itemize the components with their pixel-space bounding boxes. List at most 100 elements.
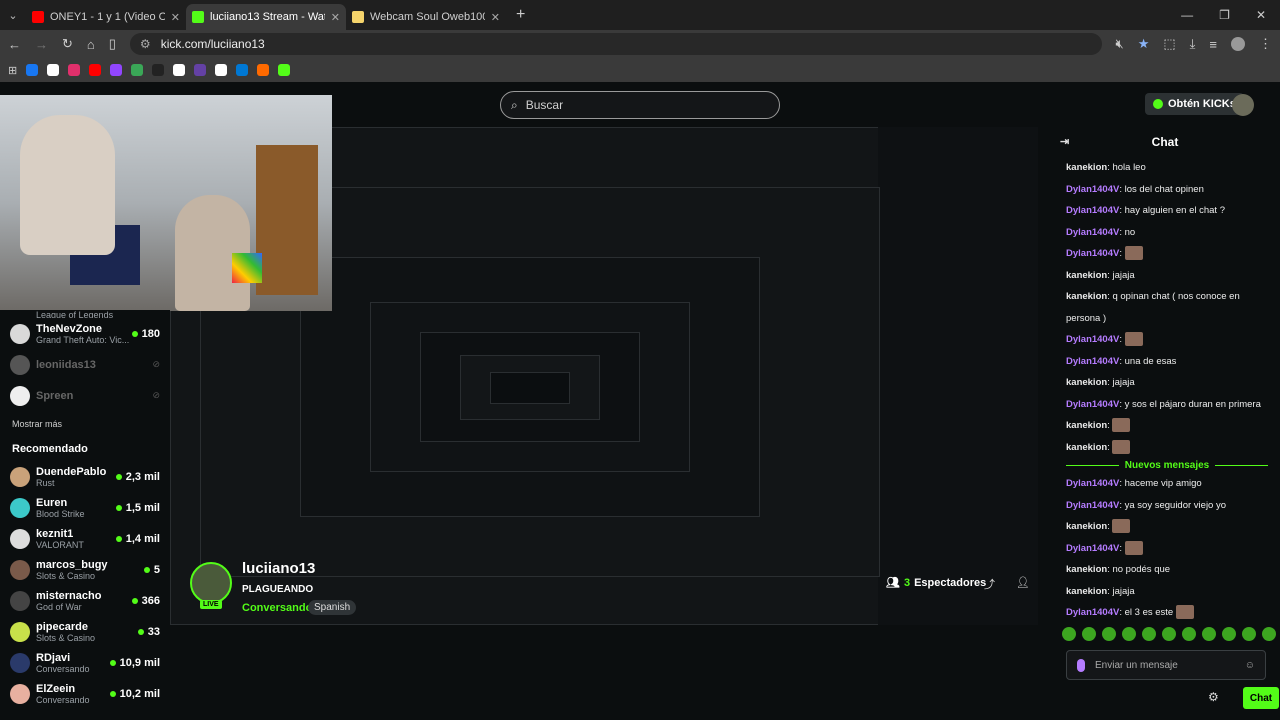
close-window-icon[interactable]: ✕ bbox=[1256, 8, 1266, 22]
bookmark-icon[interactable] bbox=[194, 64, 207, 76]
emote-icon[interactable] bbox=[1202, 627, 1216, 641]
sidebar-channel[interactable]: misternacho God of War 366 bbox=[0, 585, 170, 616]
apps-grid-icon[interactable]: ⊞ bbox=[8, 64, 17, 77]
chat-username[interactable]: kanekion bbox=[1066, 377, 1107, 388]
language-tag[interactable]: Spanish bbox=[308, 600, 357, 615]
maximize-icon[interactable]: ❐ bbox=[1219, 8, 1230, 22]
chat-settings-icon[interactable]: ⚙ bbox=[1208, 690, 1219, 704]
chat-username[interactable]: kanekion bbox=[1066, 564, 1107, 575]
tab-1[interactable]: luciiano13 Stream - Watch Live✕ bbox=[186, 4, 346, 30]
kick-logo-icon bbox=[1153, 99, 1163, 109]
chat-username[interactable]: kanekion bbox=[1066, 586, 1107, 597]
chat-username[interactable]: Dylan1404V bbox=[1066, 399, 1119, 410]
extensions-icon[interactable]: ⬚ bbox=[1163, 36, 1175, 52]
minimize-icon[interactable]: — bbox=[1181, 8, 1193, 22]
emote-icon[interactable] bbox=[1102, 627, 1116, 641]
stream-category[interactable]: Conversando bbox=[242, 602, 312, 614]
new-tab-button[interactable]: + bbox=[506, 6, 535, 24]
bookmark-icon[interactable] bbox=[47, 64, 60, 76]
emote-icon[interactable] bbox=[1222, 627, 1236, 641]
emoji-icon[interactable]: ☺ bbox=[1245, 660, 1255, 671]
sidebar-channel[interactable]: Euren Blood Strike 1,5 mil bbox=[0, 492, 170, 523]
bookmark-icon[interactable] bbox=[215, 64, 228, 76]
chat-username[interactable]: Dylan1404V bbox=[1066, 227, 1119, 238]
sidebar-channel[interactable]: DuendePablo Rust 2,3 mil bbox=[0, 461, 170, 492]
chat-username[interactable]: Dylan1404V bbox=[1066, 184, 1119, 195]
follow-user-icon[interactable]: 👤︎ bbox=[1016, 576, 1030, 589]
chat-input[interactable]: Enviar un mensaje ☺ bbox=[1066, 650, 1266, 680]
url-bar[interactable]: ⚙ kick.com/luciiano13 bbox=[129, 33, 1102, 55]
streamer-avatar[interactable] bbox=[190, 562, 232, 604]
site-info-icon[interactable]: ⚙ bbox=[140, 37, 151, 51]
tab-2[interactable]: Webcam Soul Oweb100 Full HD✕ bbox=[346, 4, 506, 30]
sidebar-channel[interactable]: pipecarde Slots & Casino 33 bbox=[0, 616, 170, 647]
sidebar-channel[interactable]: marcos_bugy Slots & Casino 5 bbox=[0, 554, 170, 585]
chat-username[interactable]: kanekion bbox=[1066, 270, 1107, 281]
chat-text: jajaja bbox=[1112, 585, 1135, 597]
share-icon[interactable]: ⤴ bbox=[984, 576, 995, 592]
emote-icon[interactable] bbox=[1122, 627, 1136, 641]
bookmark-icon[interactable] bbox=[131, 64, 144, 76]
emote-icon[interactable] bbox=[1162, 627, 1176, 641]
forward-icon[interactable]: → bbox=[35, 37, 48, 52]
bookmark-icon[interactable] bbox=[278, 64, 291, 76]
chat-username[interactable]: Dylan1404V bbox=[1066, 356, 1119, 367]
chat-username[interactable]: Dylan1404V bbox=[1066, 248, 1119, 259]
bookmark-icon[interactable] bbox=[152, 64, 165, 76]
mute-icon[interactable]: 🔇︎ bbox=[1116, 36, 1124, 52]
sidebar-channel[interactable]: ElZeein Conversando 10,2 mil bbox=[0, 678, 170, 709]
chat-username[interactable]: Dylan1404V bbox=[1066, 205, 1119, 216]
avatar bbox=[10, 497, 30, 518]
chat-username[interactable]: Dylan1404V bbox=[1066, 334, 1119, 345]
download-icon[interactable]: ⤓ bbox=[1190, 36, 1196, 52]
tab-close-icon[interactable]: ✕ bbox=[165, 11, 180, 24]
sidebar-channel[interactable]: RDjavi Conversando 10,9 mil bbox=[0, 647, 170, 678]
profile-icon[interactable] bbox=[1231, 37, 1245, 51]
bookmark-icon[interactable] bbox=[257, 64, 270, 76]
bookmark-icon[interactable] bbox=[89, 64, 102, 76]
bookmark-icon[interactable] bbox=[173, 64, 186, 76]
tab-0[interactable]: ONEY1 - 1 y 1 (Video Oficial)✕ bbox=[26, 4, 186, 30]
emote-icon[interactable] bbox=[1182, 627, 1196, 641]
tab-search-icon[interactable]: ⌄ bbox=[0, 0, 26, 30]
media-icon[interactable]: ≡ bbox=[1209, 37, 1217, 52]
back-icon[interactable]: ← bbox=[8, 37, 21, 52]
chat-username[interactable]: kanekion bbox=[1066, 162, 1107, 173]
chat-username[interactable]: Dylan1404V bbox=[1066, 543, 1119, 554]
browser-menu-icon[interactable]: ⋮ bbox=[1259, 36, 1272, 52]
bookmark-icon[interactable] bbox=[110, 64, 123, 76]
chat-username[interactable]: kanekion bbox=[1066, 291, 1107, 302]
collapse-chat-icon[interactable]: ⇥ bbox=[1060, 135, 1069, 148]
bookmark-icon[interactable] bbox=[236, 64, 249, 76]
reload-icon[interactable]: ↻ bbox=[62, 36, 73, 52]
search-input[interactable]: ⌕ Buscar bbox=[500, 91, 780, 119]
emote-icon[interactable] bbox=[1142, 627, 1156, 641]
chat-username[interactable]: kanekion bbox=[1066, 521, 1107, 532]
chat-username[interactable]: Dylan1404V bbox=[1066, 500, 1119, 511]
emote-icon[interactable] bbox=[1242, 627, 1256, 641]
split-view-icon[interactable]: ▯ bbox=[109, 36, 116, 52]
emote-icon[interactable] bbox=[1062, 627, 1076, 641]
sidebar-channel[interactable]: Spreen ⊘ bbox=[0, 380, 170, 411]
chat-username[interactable]: Dylan1404V bbox=[1066, 478, 1119, 489]
show-more-link[interactable]: Mostrar más bbox=[0, 411, 170, 437]
streamer-name[interactable]: luciiano13 bbox=[242, 560, 315, 577]
tab-close-icon[interactable]: ✕ bbox=[325, 11, 340, 24]
emote-bar[interactable] bbox=[1062, 627, 1276, 641]
tab-close-icon[interactable]: ✕ bbox=[485, 11, 500, 24]
sidebar-channel[interactable]: keznit1 VALORANT 1,4 mil bbox=[0, 523, 170, 554]
bookmark-icon[interactable] bbox=[26, 64, 39, 76]
emote-icon[interactable] bbox=[1082, 627, 1096, 641]
sidebar-channel[interactable]: TheNevZone Grand Theft Auto: Vic... 180 bbox=[0, 318, 170, 349]
chat-send-button[interactable]: Chat bbox=[1243, 687, 1279, 709]
bookmark-star-icon[interactable]: ★ bbox=[1138, 36, 1150, 52]
sidebar-channel[interactable]: leoniidas13 ⊘ bbox=[0, 349, 170, 380]
user-avatar[interactable] bbox=[1232, 94, 1254, 116]
emote-icon[interactable] bbox=[1262, 627, 1276, 641]
chat-username[interactable]: kanekion bbox=[1066, 420, 1107, 431]
get-kicks-button[interactable]: Obtén KICKs bbox=[1145, 93, 1244, 115]
chat-username[interactable]: kanekion bbox=[1066, 442, 1107, 453]
bookmark-icon[interactable] bbox=[68, 64, 81, 76]
home-icon[interactable]: ⌂ bbox=[87, 37, 95, 52]
chat-username[interactable]: Dylan1404V bbox=[1066, 607, 1119, 618]
